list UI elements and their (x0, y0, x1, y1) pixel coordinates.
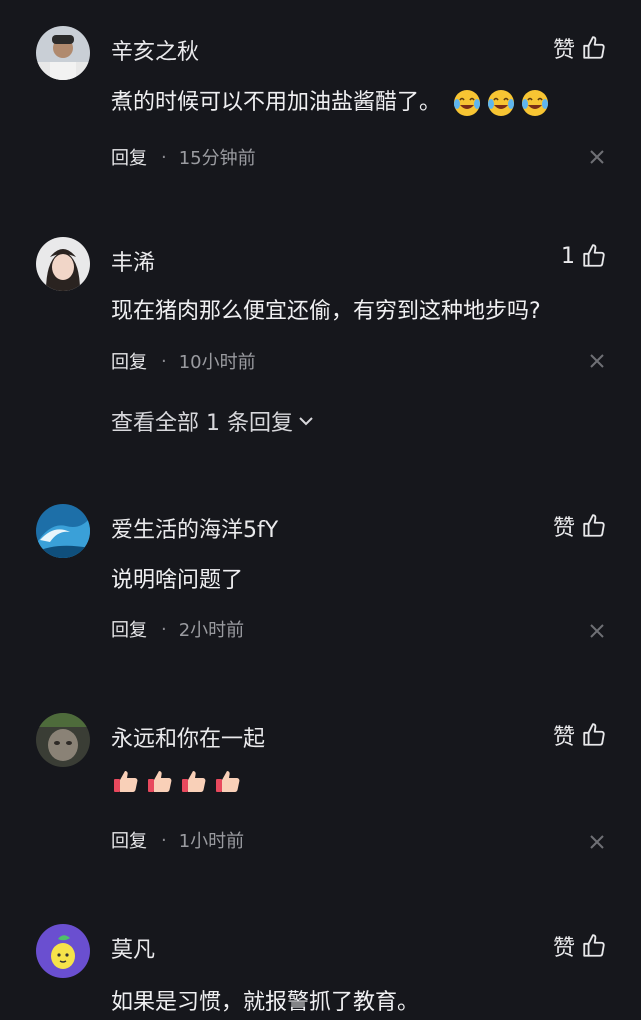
timestamp: 15分钟前 (178, 148, 256, 169)
chevron-down-icon (299, 417, 313, 426)
like-count: 1 (561, 243, 575, 269)
close-icon[interactable] (588, 833, 606, 851)
username[interactable]: 永远和你在一起 (111, 721, 265, 753)
reply-button[interactable]: 回复 (111, 827, 147, 853)
like-label: 赞 (552, 516, 575, 541)
like-button[interactable]: 1 (561, 243, 607, 269)
user-avatar-image (36, 713, 90, 767)
comment-body: 煮的时候可以不用加油盐酱醋了。 (111, 90, 442, 115)
avatar[interactable] (36, 924, 90, 978)
close-icon[interactable] (588, 352, 606, 370)
like-label: 赞 (552, 38, 575, 63)
timestamp: 1小时前 (178, 831, 245, 852)
user-avatar-image (36, 504, 90, 558)
user-avatar-image (36, 924, 90, 978)
comment-text: 煮的时候可以不用加油盐酱醋了。 (111, 84, 550, 118)
username[interactable]: 爱生活的海洋5fY (111, 512, 278, 544)
view-all-replies-label: 查看全部 1 条回复 (111, 411, 293, 436)
avatar[interactable] (36, 237, 90, 291)
comment-text: 如果是习惯，就报警抓了教育。 (111, 990, 420, 1015)
user-avatar-image (36, 237, 90, 291)
reply-button[interactable]: 回复 (111, 348, 147, 374)
comment-meta: 回复 · 10小时前 (111, 348, 256, 374)
thumbs-up-emoji-icon (213, 766, 243, 796)
thumbs-up-icon (583, 514, 605, 537)
thumbs-up-icon (583, 244, 605, 267)
laughing-crying-emoji-icon (520, 88, 550, 118)
comment-text: 现在猪肉那么便宜还偷，有穷到这种地步吗? (111, 299, 541, 324)
view-all-replies-button[interactable]: 查看全部 1 条回复 (111, 405, 315, 437)
username[interactable]: 丰浠 (111, 245, 155, 277)
comment-text (111, 766, 243, 796)
thumbs-up-emoji-icon (145, 766, 175, 796)
reply-button[interactable]: 回复 (111, 144, 147, 170)
close-icon[interactable] (588, 622, 606, 640)
laughing-crying-emoji-icon (452, 88, 482, 118)
close-icon[interactable] (588, 148, 606, 166)
username[interactable]: 辛亥之秋 (111, 34, 199, 66)
thumbs-up-emoji-icon (179, 766, 209, 796)
user-avatar-image (36, 26, 90, 80)
comment-meta: 回复 · 2小时前 (111, 616, 244, 642)
comment-text: 说明啥问题了 (111, 568, 244, 593)
timestamp: 2小时前 (178, 620, 245, 641)
comment-meta: 回复 · 1小时前 (111, 827, 244, 853)
thumbs-up-icon (583, 723, 605, 746)
like-label: 赞 (552, 936, 575, 961)
like-button[interactable]: 赞 (553, 719, 607, 751)
like-button[interactable]: 赞 (553, 32, 607, 64)
separator-dot: · (161, 829, 167, 851)
reply-button[interactable]: 回复 (111, 616, 147, 642)
avatar[interactable] (36, 504, 90, 558)
thumbs-up-emoji-icon (111, 766, 141, 796)
like-label: 赞 (552, 725, 575, 750)
laughing-crying-emoji-icon (486, 88, 516, 118)
username[interactable]: 莫凡 (111, 932, 155, 964)
avatar[interactable] (36, 713, 90, 767)
separator-dot: · (161, 350, 167, 372)
avatar[interactable] (36, 26, 90, 80)
separator-dot: · (161, 618, 167, 640)
thumbs-up-icon (583, 36, 605, 59)
timestamp: 10小时前 (178, 352, 256, 373)
comment-meta: 回复 · 15分钟前 (111, 144, 256, 170)
like-button[interactable]: 赞 (553, 510, 607, 542)
separator-dot: · (161, 146, 167, 168)
like-button[interactable]: 赞 (553, 930, 607, 962)
thumbs-up-icon (583, 934, 605, 957)
